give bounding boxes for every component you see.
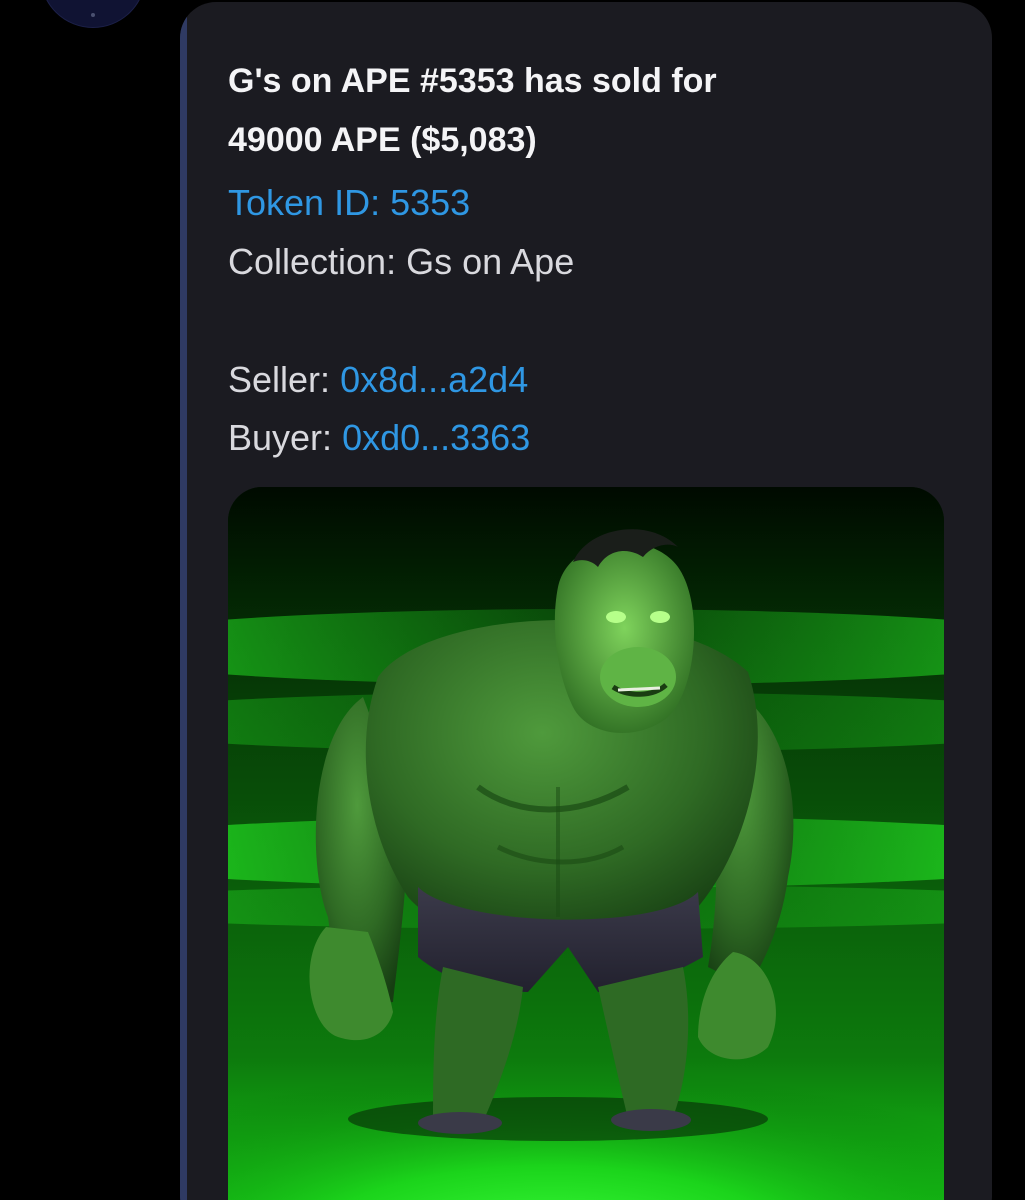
collection-value: Gs on Ape [406, 241, 575, 282]
message-bubble: G's on APE #5353 has sold for 49000 APE … [180, 2, 992, 1200]
buyer-line: Buyer: 0xd0...3363 [228, 409, 530, 467]
bubble-accent-bar [180, 2, 187, 1200]
seller-label: Seller: [228, 359, 331, 400]
sale-title-line-1: G's on APE #5353 has sold for [228, 62, 717, 100]
sender-avatar[interactable] [40, 0, 146, 28]
chat-screen: G's on APE #5353 has sold for 49000 APE … [0, 0, 1025, 1200]
buyer-address-link[interactable]: 0xd0...3363 [342, 417, 530, 458]
seller-address-link[interactable]: 0x8d...a2d4 [340, 359, 528, 400]
seller-line: Seller: 0x8d...a2d4 [228, 351, 528, 409]
collection-label: Collection: [228, 241, 397, 282]
token-id-link[interactable]: Token ID: 5353 [228, 174, 470, 232]
nft-image[interactable] [228, 487, 944, 1200]
sale-title: G's on APE #5353 has sold for 49000 APE … [228, 52, 948, 170]
sale-title-line-2: 49000 APE ($5,083) [228, 121, 537, 159]
nft-artwork [228, 487, 944, 1200]
avatar-mark-icon [91, 13, 95, 17]
buyer-label: Buyer: [228, 417, 333, 458]
collection-line: Collection: Gs on Ape [228, 233, 574, 291]
